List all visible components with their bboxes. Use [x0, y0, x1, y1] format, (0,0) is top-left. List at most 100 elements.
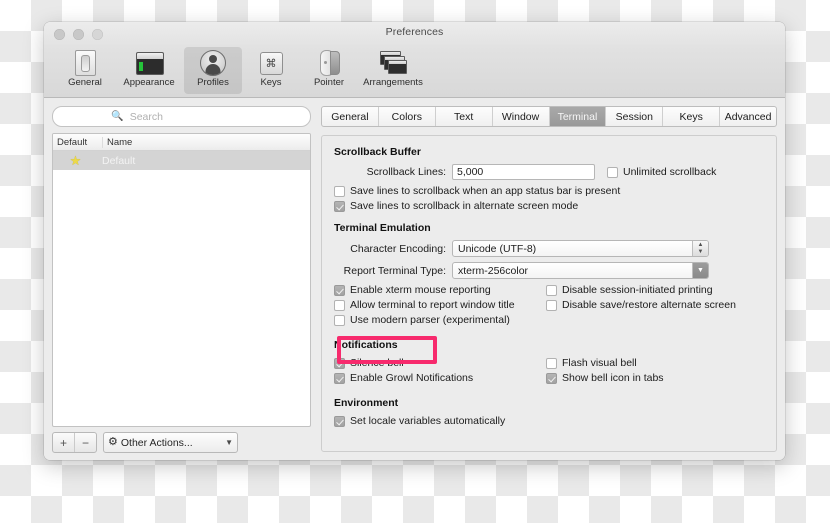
toolbar-item-arrangements[interactable]: Arrangements — [358, 47, 428, 94]
section-heading-environment: Environment — [334, 397, 399, 409]
scrollback-lines-row: Scrollback Lines: 5,000 Unlimited scroll… — [334, 164, 764, 180]
chevron-down-icon: ▼ — [225, 438, 233, 447]
window-title: Preferences — [385, 26, 444, 38]
remove-profile-button[interactable]: − — [75, 433, 96, 452]
show-bell-icon-tabs-row[interactable]: Show bell icon in tabs — [546, 372, 764, 384]
character-encoding-row: Character Encoding: Unicode (UTF-8) ▲ ▼ — [334, 240, 764, 257]
modern-parser-checkbox[interactable] — [334, 314, 345, 326]
gear-icon: ⚙ — [108, 436, 118, 448]
tab-terminal[interactable]: Terminal — [549, 107, 607, 126]
toolbar-label-keys: Keys — [260, 77, 282, 88]
report-terminal-type-value: xterm-256color — [458, 264, 529, 277]
profile-name: Default — [102, 154, 136, 167]
set-locale-row[interactable]: Set locale variables automatically — [334, 415, 764, 427]
toolbar-item-pointer[interactable]: Pointer — [300, 47, 358, 94]
character-encoding-label: Character Encoding: — [350, 242, 446, 255]
flash-visual-bell-row[interactable]: Flash visual bell — [546, 357, 764, 369]
show-bell-icon-tabs-checkbox[interactable] — [546, 372, 557, 384]
silence-bell-label: Silence bell — [350, 357, 404, 369]
table-row[interactable]: ★ Default — [53, 151, 310, 170]
silence-bell-checkbox[interactable] — [334, 357, 345, 369]
add-remove-segment: + − — [52, 432, 97, 453]
report-window-title-checkbox[interactable] — [334, 299, 345, 311]
tab-keys[interactable]: Keys — [663, 107, 721, 126]
profiles-sidebar: 🔍 Default Name ★ Default + − — [52, 106, 311, 453]
search-field[interactable]: 🔍 — [52, 106, 311, 127]
save-alt-screen-label: Save lines to scrollback in alternate sc… — [350, 200, 579, 212]
window-body: 🔍 Default Name ★ Default + − — [44, 98, 785, 460]
modern-parser-row[interactable]: Use modern parser (experimental) — [334, 314, 546, 326]
unlimited-scrollback-checkbox[interactable] — [607, 166, 618, 178]
person-icon — [200, 49, 226, 76]
report-terminal-type-label: Report Terminal Type: — [343, 264, 446, 277]
tab-window[interactable]: Window — [493, 107, 550, 126]
unlimited-scrollback-label: Unlimited scrollback — [623, 166, 717, 178]
terminal-settings-panel: Scrollback Buffer Scrollback Lines: 5,00… — [321, 135, 777, 452]
xterm-mouse-checkbox[interactable] — [334, 284, 345, 296]
toolbar-label-pointer: Pointer — [313, 77, 345, 88]
growl-notifications-row[interactable]: Enable Growl Notifications — [334, 372, 546, 384]
tab-colors[interactable]: Colors — [379, 107, 436, 126]
disable-printing-label: Disable session-initiated printing — [562, 284, 713, 296]
profiles-list-toolbar: + − ⚙ Other Actions... ▼ — [52, 432, 311, 453]
tab-session[interactable]: Session — [606, 107, 664, 126]
search-icon: 🔍 — [111, 110, 124, 122]
column-header-default[interactable]: Default — [53, 136, 103, 148]
section-heading-scrollback: Scrollback Buffer — [334, 146, 421, 158]
report-window-title-row[interactable]: Allow terminal to report window title — [334, 299, 546, 311]
notifications-checkbox-columns: Silence bell Enable Growl Notifications … — [334, 357, 764, 387]
tab-advanced[interactable]: Advanced — [720, 107, 776, 126]
growl-notifications-checkbox[interactable] — [334, 372, 345, 384]
toolbar-item-profiles[interactable]: Profiles — [184, 47, 242, 94]
toolbar-label-profiles: Profiles — [197, 77, 229, 88]
preferences-window: Preferences General Appearance Profiles … — [44, 22, 785, 460]
default-star-icon[interactable]: ★ — [53, 154, 98, 167]
other-actions-label: Other Actions... — [120, 436, 193, 449]
report-terminal-type-select[interactable]: xterm-256color ▼ — [452, 262, 709, 279]
settings-tabbar: General Colors Text Window Terminal Sess… — [321, 106, 777, 127]
disable-alt-screen-label: Disable save/restore alternate screen — [562, 299, 736, 311]
column-header-name[interactable]: Name — [103, 137, 310, 148]
scrollback-lines-input[interactable]: 5,000 — [452, 164, 595, 180]
growl-notifications-label: Enable Growl Notifications — [350, 372, 474, 384]
character-encoding-select[interactable]: Unicode (UTF-8) ▲ ▼ — [452, 240, 709, 257]
toolbar-item-appearance[interactable]: Appearance — [114, 47, 184, 94]
save-status-bar-row[interactable]: Save lines to scrollback when an app sta… — [334, 185, 764, 197]
emulation-checkbox-column-left: Enable xterm mouse reporting Allow termi… — [334, 284, 546, 329]
flash-visual-bell-checkbox[interactable] — [546, 357, 557, 369]
silence-bell-row[interactable]: Silence bell — [334, 357, 546, 369]
other-actions-menu[interactable]: ⚙ Other Actions... ▼ — [103, 432, 238, 453]
set-locale-label: Set locale variables automatically — [350, 415, 506, 427]
character-encoding-value: Unicode (UTF-8) — [458, 242, 537, 255]
profiles-list-header: Default Name — [53, 134, 310, 151]
tab-general[interactable]: General — [322, 107, 379, 126]
toolbar-item-general[interactable]: General — [56, 47, 114, 94]
profiles-list: Default Name ★ Default — [52, 133, 311, 427]
toolbar-item-keys[interactable]: ⌘ Keys — [242, 47, 300, 94]
disable-alt-screen-checkbox[interactable] — [546, 299, 557, 311]
notifications-column-left: Silence bell Enable Growl Notifications — [334, 357, 546, 387]
modern-parser-label: Use modern parser (experimental) — [350, 314, 510, 326]
section-heading-notifications: Notifications — [334, 339, 398, 351]
emulation-checkbox-columns: Enable xterm mouse reporting Allow termi… — [334, 284, 764, 329]
tab-text[interactable]: Text — [436, 107, 493, 126]
save-alt-screen-checkbox[interactable] — [334, 200, 345, 212]
window-titlebar: Preferences — [44, 22, 785, 45]
stepper-updown-icon[interactable]: ▲ ▼ — [692, 241, 708, 256]
show-bell-icon-tabs-label: Show bell icon in tabs — [562, 372, 664, 384]
command-key-icon: ⌘ — [258, 49, 284, 75]
profile-settings-area: General Colors Text Window Terminal Sess… — [321, 106, 777, 452]
save-status-bar-checkbox[interactable] — [334, 185, 345, 197]
save-alt-screen-row[interactable]: Save lines to scrollback in alternate sc… — [334, 200, 764, 212]
add-profile-button[interactable]: + — [53, 433, 75, 452]
disable-printing-checkbox[interactable] — [546, 284, 557, 296]
report-window-title-label: Allow terminal to report window title — [350, 299, 515, 311]
search-input[interactable] — [127, 109, 252, 124]
chevron-down-icon[interactable]: ▼ — [692, 263, 708, 278]
xterm-mouse-row[interactable]: Enable xterm mouse reporting — [334, 284, 546, 296]
preferences-toolbar: General Appearance Profiles ⌘ Keys Point… — [44, 45, 785, 98]
set-locale-checkbox[interactable] — [334, 415, 345, 427]
unlimited-scrollback-row[interactable]: Unlimited scrollback — [607, 166, 716, 178]
disable-alt-screen-row[interactable]: Disable save/restore alternate screen — [546, 299, 764, 311]
disable-printing-row[interactable]: Disable session-initiated printing — [546, 284, 764, 296]
